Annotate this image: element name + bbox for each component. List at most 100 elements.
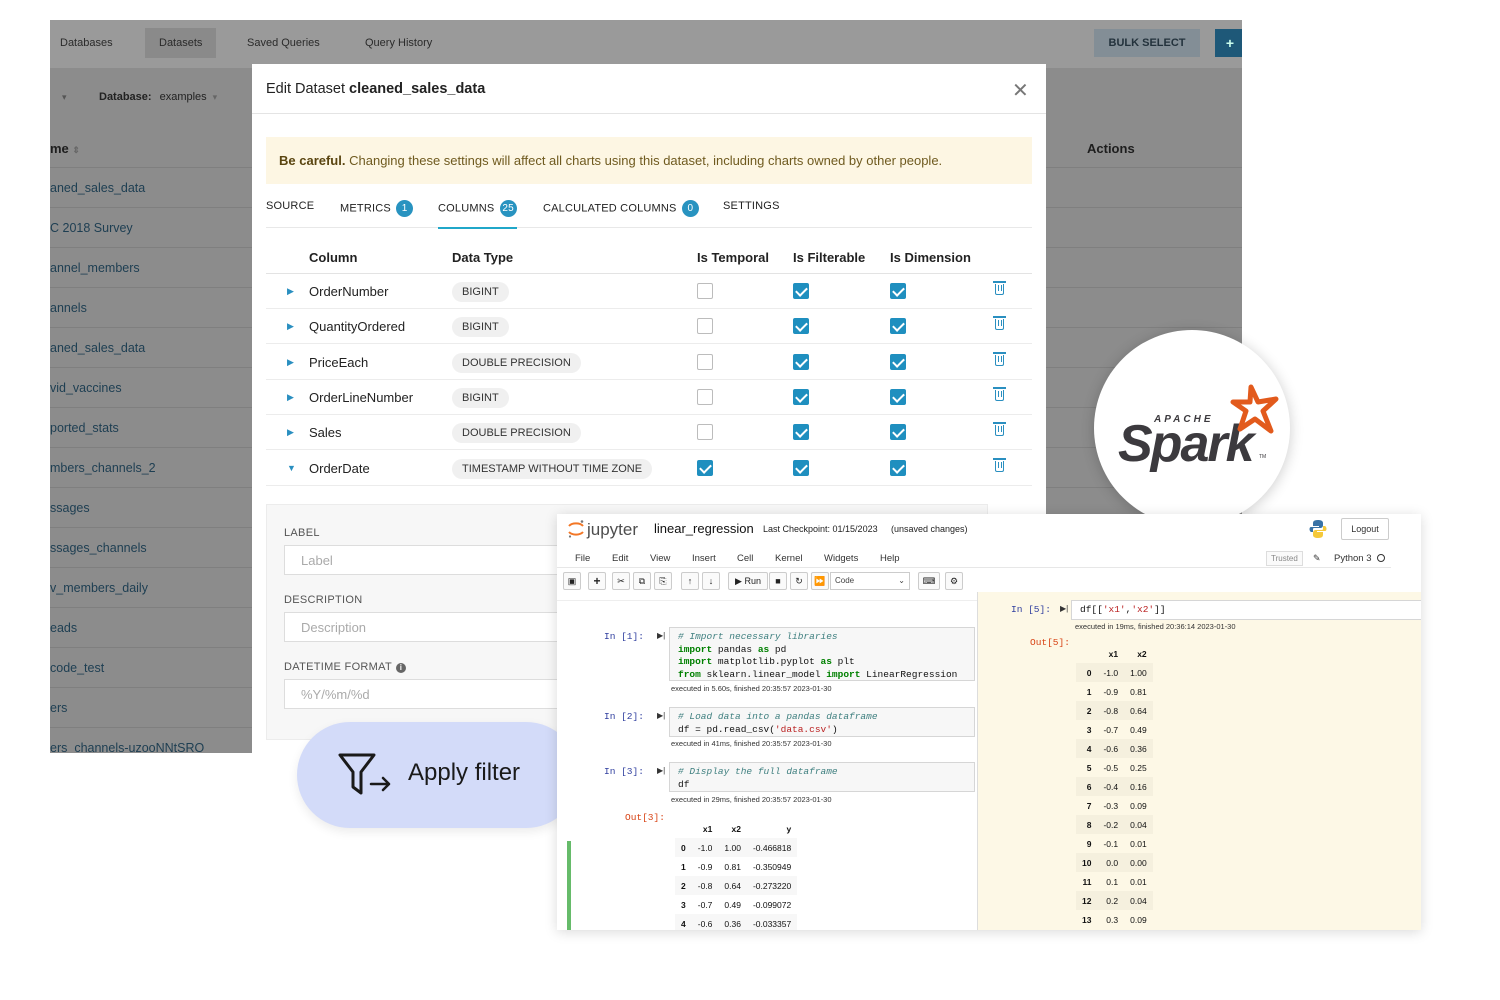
chevron-right-icon[interactable]: ▶ bbox=[287, 392, 294, 403]
menu-widgets[interactable]: Widgets bbox=[824, 553, 858, 564]
restart-icon[interactable]: ↻ bbox=[790, 572, 808, 590]
menu-cell[interactable]: Cell bbox=[737, 553, 753, 564]
menu-file[interactable]: File bbox=[575, 553, 590, 564]
dataset-name-link[interactable]: ers bbox=[50, 701, 67, 715]
nav-query-history[interactable]: Query History bbox=[365, 37, 432, 49]
chevron-right-icon[interactable]: ▶ bbox=[287, 427, 294, 438]
cell-3-code[interactable]: # Display the full dataframe df bbox=[669, 762, 975, 792]
kernel-name[interactable]: Python 3 bbox=[1334, 553, 1386, 564]
chevron-right-icon[interactable]: ▶ bbox=[287, 357, 294, 368]
is-temporal-checkbox[interactable] bbox=[697, 353, 713, 370]
cut-icon[interactable]: ✂ bbox=[612, 572, 630, 590]
notebook-name[interactable]: linear_regression bbox=[654, 521, 754, 536]
dataset-name-link[interactable]: annel_members bbox=[50, 261, 140, 275]
trash-icon[interactable] bbox=[993, 457, 1006, 472]
dataset-name-link[interactable]: eads bbox=[50, 621, 77, 635]
is-dimension-checkbox[interactable] bbox=[890, 459, 906, 476]
nav-datasets[interactable]: Datasets bbox=[145, 28, 217, 58]
name-column-header[interactable]: me ⇕ bbox=[50, 141, 80, 156]
table-cell: 0.04 bbox=[1130, 895, 1147, 906]
dataset-name-link[interactable]: ers_channels-uzooNNtSRO bbox=[50, 741, 204, 753]
fast-forward-icon[interactable]: ⏩ bbox=[811, 572, 829, 590]
cell-5-code[interactable]: df[['x1','x2']] bbox=[1071, 600, 1421, 620]
run-cell-icon[interactable]: ▶| bbox=[1060, 604, 1068, 613]
apply-filter-button[interactable]: Apply filter bbox=[297, 722, 579, 828]
paste-icon[interactable]: ⎘ bbox=[654, 572, 672, 590]
dataset-name-link[interactable]: ssages_channels bbox=[50, 541, 147, 555]
menu-help[interactable]: Help bbox=[880, 553, 900, 564]
run-cell-icon[interactable]: ▶| bbox=[657, 711, 665, 720]
is-filterable-checkbox[interactable] bbox=[793, 459, 809, 476]
stop-icon[interactable]: ■ bbox=[769, 572, 787, 590]
table-cell: -0.466818 bbox=[752, 842, 792, 853]
logout-button[interactable]: Logout bbox=[1341, 518, 1389, 540]
tab-source[interactable]: SOURCE bbox=[266, 200, 314, 212]
nav-databases[interactable]: Databases bbox=[60, 37, 113, 49]
database-filter[interactable]: Database: examples ▾ bbox=[99, 91, 217, 103]
is-dimension-checkbox[interactable] bbox=[890, 283, 906, 299]
close-icon[interactable]: ✕ bbox=[1012, 78, 1029, 103]
menu-view[interactable]: View bbox=[650, 553, 670, 564]
trash-icon[interactable] bbox=[993, 386, 1006, 401]
dataset-name-link[interactable]: mbers_channels_2 bbox=[50, 461, 156, 475]
dataset-name-link[interactable]: v_members_daily bbox=[50, 581, 148, 595]
tab-columns[interactable]: COLUMNS 25 bbox=[438, 200, 517, 229]
chevron-down-icon[interactable]: ▾ bbox=[62, 92, 67, 103]
dataset-name-link[interactable]: aned_sales_data bbox=[50, 181, 145, 195]
is-filterable-checkbox[interactable] bbox=[793, 353, 809, 370]
chevron-down-icon[interactable]: ▼ bbox=[287, 463, 296, 473]
edit-pencil-icon[interactable]: ✎ bbox=[1313, 553, 1321, 564]
trash-icon[interactable] bbox=[993, 422, 1006, 437]
dataset-name-link[interactable]: ssages bbox=[50, 501, 90, 515]
tab-metrics[interactable]: METRICS 1 bbox=[340, 200, 414, 217]
chevron-right-icon[interactable]: ▶ bbox=[287, 321, 294, 332]
keyboard-icon[interactable]: ⌨ bbox=[918, 572, 940, 590]
is-filterable-checkbox[interactable] bbox=[793, 318, 809, 335]
dataset-name-link[interactable]: aned_sales_data bbox=[50, 341, 145, 355]
dataset-name-link[interactable]: ported_stats bbox=[50, 421, 119, 435]
menu-edit[interactable]: Edit bbox=[612, 553, 628, 564]
add-dataset-button[interactable]: + bbox=[1215, 29, 1242, 57]
menu-kernel[interactable]: Kernel bbox=[775, 553, 802, 564]
run-cell-icon[interactable]: ▶| bbox=[657, 766, 665, 775]
insert-cell-icon[interactable]: + bbox=[588, 572, 606, 590]
dataset-name-link[interactable]: annels bbox=[50, 301, 87, 315]
is-temporal-checkbox[interactable] bbox=[697, 283, 713, 299]
dataset-name-link[interactable]: code_test bbox=[50, 661, 104, 675]
is-temporal-checkbox[interactable] bbox=[697, 318, 713, 335]
is-temporal-checkbox[interactable] bbox=[697, 388, 713, 405]
copy-icon[interactable]: ⧉ bbox=[633, 572, 651, 590]
is-temporal-checkbox[interactable] bbox=[697, 424, 713, 441]
run-cell-icon[interactable]: ▶| bbox=[657, 631, 665, 640]
dataset-name-link[interactable]: C 2018 Survey bbox=[50, 221, 133, 235]
nav-saved-queries[interactable]: Saved Queries bbox=[247, 37, 320, 49]
cell-2-code[interactable]: # Load data into a pandas dataframe df =… bbox=[669, 707, 975, 737]
is-temporal-checkbox[interactable] bbox=[697, 459, 713, 476]
tab-calculated-columns[interactable]: CALCULATED COLUMNS 0 bbox=[543, 200, 699, 217]
is-filterable-checkbox[interactable] bbox=[793, 388, 809, 405]
settings-icon[interactable]: ⚙ bbox=[945, 572, 963, 590]
chevron-right-icon[interactable]: ▶ bbox=[287, 286, 294, 297]
trash-icon[interactable] bbox=[993, 281, 1006, 295]
is-dimension-checkbox[interactable] bbox=[890, 353, 906, 370]
run-button[interactable]: ▶ Run bbox=[728, 572, 768, 590]
bulk-select-button[interactable]: BULK SELECT bbox=[1094, 29, 1200, 57]
is-dimension-checkbox[interactable] bbox=[890, 318, 906, 335]
info-icon[interactable]: i bbox=[395, 663, 406, 673]
move-down-icon[interactable]: ↓ bbox=[702, 572, 720, 590]
is-filterable-checkbox[interactable] bbox=[793, 283, 809, 299]
tab-settings[interactable]: SETTINGS bbox=[723, 200, 780, 212]
table-cell: 2 bbox=[1086, 705, 1092, 716]
move-up-icon[interactable]: ↑ bbox=[681, 572, 699, 590]
dataset-name-link[interactable]: vid_vaccines bbox=[50, 381, 122, 395]
is-dimension-checkbox[interactable] bbox=[890, 388, 906, 405]
is-dimension-checkbox[interactable] bbox=[890, 424, 906, 441]
trash-icon[interactable] bbox=[993, 351, 1006, 366]
is-filterable-checkbox[interactable] bbox=[793, 424, 809, 441]
trusted-indicator[interactable]: Trusted bbox=[1266, 551, 1303, 566]
trash-icon[interactable] bbox=[993, 316, 1006, 331]
menu-insert[interactable]: Insert bbox=[692, 553, 716, 564]
save-icon[interactable]: ▣ bbox=[563, 572, 581, 590]
cell-1-code[interactable]: # Import necessary libraries import pand… bbox=[669, 627, 975, 681]
cell-type-select[interactable]: Code ⌄ bbox=[830, 572, 910, 590]
